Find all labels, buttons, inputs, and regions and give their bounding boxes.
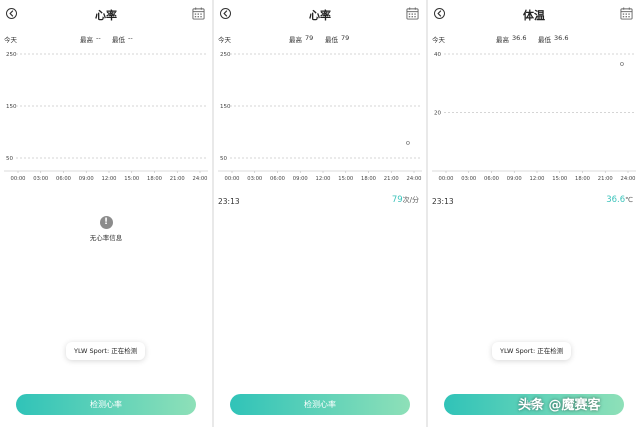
max-value: 36.6 xyxy=(512,34,527,42)
heart-rate-chart-svg: 250 150 50 00:00 03:00 06:00 09:00 12:00 15:00 18… xyxy=(218,52,422,182)
x-tick-label: 24:00 xyxy=(407,176,422,182)
reading-unit: 次/分 xyxy=(402,196,419,204)
x-tick-label: 03:00 xyxy=(33,176,48,182)
x-tick-label: 06:00 xyxy=(56,176,71,182)
watermark: 头条 @魔赛客 xyxy=(518,398,601,413)
alert-icon: ! xyxy=(99,216,113,229)
reading-value: 36.6℃ xyxy=(606,195,633,205)
x-tick-label: 18:00 xyxy=(361,176,376,182)
reading-unit: ℃ xyxy=(625,196,633,204)
today-label: 今天 xyxy=(432,36,445,44)
x-tick-label: 09:00 xyxy=(293,176,308,182)
calendar-button[interactable] xyxy=(620,7,633,20)
x-tick-label: 18:00 xyxy=(147,176,162,182)
x-tick-label: 21:00 xyxy=(384,176,399,182)
y-tick-label: 150 xyxy=(220,104,231,110)
x-tick-label: 18:00 xyxy=(575,176,590,182)
page-title: 心率 xyxy=(309,9,331,22)
y-tick-label: 150 xyxy=(6,104,17,110)
page-title: 心率 xyxy=(95,9,117,22)
max-label: 最高 xyxy=(289,36,302,44)
heart-rate-chart-svg: 250 150 50 00:00 03:00 06:00 09:00 12:00 15:00 18… xyxy=(4,52,208,182)
x-tick-label: 03:00 xyxy=(247,176,262,182)
top-bar: 心率 xyxy=(214,0,426,30)
stats-row: 今天 最高 36.6 最低 36.6 xyxy=(432,34,636,44)
no-data-message: ! 无心率信息 xyxy=(70,216,142,242)
data-point xyxy=(620,62,624,66)
temperature-chart-svg: 40 20 00:00 03:00 06:00 09:00 12:00 15:00 18:00 2… xyxy=(432,52,636,182)
status-toast: YLW Sport: 正在检测 xyxy=(66,342,146,360)
min-value: -- xyxy=(128,34,133,42)
stats-row: 今天 最高 79 最低 79 xyxy=(218,34,422,44)
x-tick-label: 09:00 xyxy=(79,176,94,182)
calendar-icon xyxy=(406,7,419,20)
y-tick-label: 250 xyxy=(6,52,17,58)
x-tick-label: 21:00 xyxy=(170,176,185,182)
today-label: 今天 xyxy=(218,36,231,44)
measure-heart-rate-button[interactable]: 检测心率 xyxy=(16,394,196,415)
top-bar: 心率 xyxy=(0,0,212,30)
heart-rate-screen-empty: 心率 今天 最高 -- 最低 -- 250 150 50 00:00 03:00 06:0… xyxy=(0,0,212,427)
y-tick-label: 20 xyxy=(434,111,441,117)
reading-number: 79 xyxy=(391,195,403,205)
y-tick-label: 250 xyxy=(220,52,231,58)
x-tick-label: 06:00 xyxy=(484,176,499,182)
x-tick-label: 12:00 xyxy=(530,176,545,182)
calendar-icon xyxy=(192,7,205,20)
temperature-chart: 40 20 00:00 03:00 06:00 09:00 12:00 15:00 18:00 2… xyxy=(428,46,640,186)
reading-time: 23:13 xyxy=(218,197,240,206)
min-label: 最低 xyxy=(325,36,338,44)
y-tick-label: 50 xyxy=(220,156,227,162)
x-tick-label: 24:00 xyxy=(621,176,636,182)
status-toast: YLW Sport: 正在检测 xyxy=(492,342,572,360)
stats-row: 今天 最高 -- 最低 -- xyxy=(4,34,208,44)
x-tick-label: 12:00 xyxy=(316,176,331,182)
latest-reading-row[interactable]: 23:13 79次/分 xyxy=(214,195,426,209)
reading-time: 23:13 xyxy=(432,197,454,206)
max-label: 最高 xyxy=(80,36,93,44)
heart-rate-screen-measured: 心率 今天 最高 79 最低 79 250 150 50 00:00 03:00 06:0… xyxy=(214,0,426,427)
no-data-text: 无心率信息 xyxy=(89,234,123,242)
x-tick-label: 00:00 xyxy=(225,176,240,182)
top-bar: 体温 xyxy=(428,0,640,30)
min-value: 36.6 xyxy=(554,34,569,42)
body-temperature-screen: 体温 今天 最高 36.6 最低 36.6 40 20 00:00 03:00 06:0… xyxy=(428,0,640,427)
measure-heart-rate-button[interactable]: 检测心率 xyxy=(230,394,410,415)
calendar-icon xyxy=(620,7,633,20)
x-tick-label: 03:00 xyxy=(461,176,476,182)
y-tick-label: 50 xyxy=(6,156,13,162)
max-label: 最高 xyxy=(496,36,509,44)
x-tick-label: 00:00 xyxy=(439,176,454,182)
latest-reading-row[interactable]: 23:13 36.6℃ xyxy=(428,195,640,209)
heart-rate-chart: 250 150 50 00:00 03:00 06:00 09:00 12:00 15:00 18… xyxy=(0,46,212,186)
x-tick-label: 12:00 xyxy=(102,176,117,182)
page-title: 体温 xyxy=(523,9,545,22)
today-label: 今天 xyxy=(4,36,17,44)
min-value: 79 xyxy=(341,34,350,42)
reading-value: 79次/分 xyxy=(392,195,419,205)
max-value: -- xyxy=(96,34,101,42)
x-tick-label: 00:00 xyxy=(11,176,26,182)
x-tick-label: 24:00 xyxy=(193,176,208,182)
x-tick-label: 09:00 xyxy=(507,176,522,182)
heart-rate-chart: 250 150 50 00:00 03:00 06:00 09:00 12:00 15:00 18… xyxy=(214,46,426,186)
max-value: 79 xyxy=(305,34,314,42)
calendar-button[interactable] xyxy=(192,7,205,20)
data-point xyxy=(406,141,410,145)
x-tick-label: 15:00 xyxy=(552,176,567,182)
y-tick-label: 40 xyxy=(434,52,441,58)
x-tick-label: 15:00 xyxy=(124,176,139,182)
min-label: 最低 xyxy=(538,36,551,44)
x-tick-label: 15:00 xyxy=(338,176,353,182)
reading-number: 36.6 xyxy=(606,195,626,205)
min-label: 最低 xyxy=(112,36,125,44)
x-tick-label: 06:00 xyxy=(270,176,285,182)
calendar-button[interactable] xyxy=(406,7,419,20)
x-tick-label: 21:00 xyxy=(598,176,613,182)
